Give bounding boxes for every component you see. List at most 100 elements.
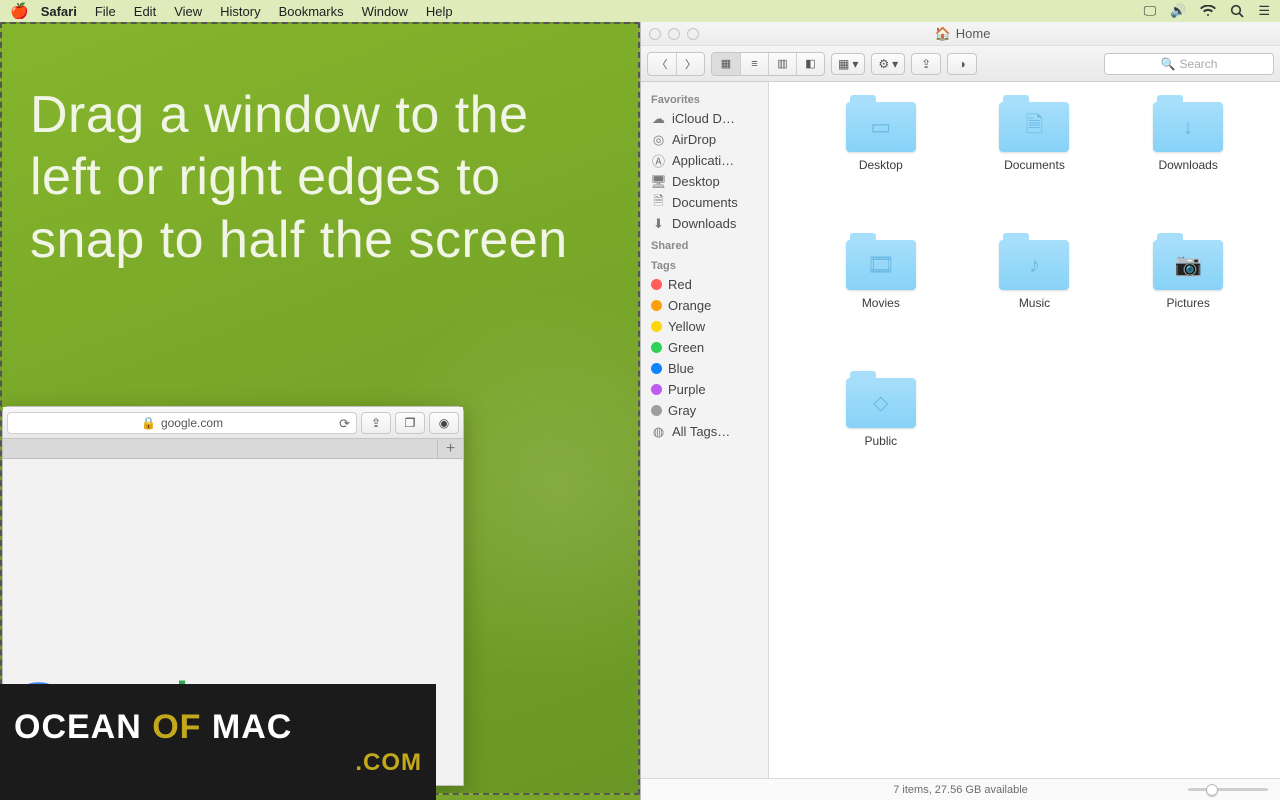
chevron-down-icon: ▾ xyxy=(892,57,898,71)
sidebar-item-desktop[interactable]: 🖥Desktop xyxy=(641,171,768,192)
folder-documents[interactable]: 🗎Documents xyxy=(999,102,1069,222)
doc-icon: 🗎 xyxy=(651,195,666,210)
sidebar-tag-purple[interactable]: Purple xyxy=(641,379,768,400)
address-bar[interactable]: 🔒 google.com ⟳ xyxy=(7,412,357,434)
status-text: 7 items, 27.56 GB available xyxy=(893,784,1028,796)
folder-label: Public xyxy=(864,434,897,448)
watermark: OCEAN OF MAC .COM xyxy=(0,684,436,800)
menu-help[interactable]: Help xyxy=(426,4,453,19)
traffic-lights[interactable] xyxy=(649,28,699,40)
folder-desktop[interactable]: ▭ Desktop xyxy=(846,102,916,222)
menu-bookmarks[interactable]: Bookmarks xyxy=(279,4,344,19)
address-url: google.com xyxy=(161,416,223,430)
search-placeholder: Search xyxy=(1179,57,1217,71)
folder-label: Downloads xyxy=(1158,158,1217,172)
app-menu[interactable]: Safari xyxy=(41,4,77,19)
menu-history[interactable]: History xyxy=(220,4,260,19)
minimize-button[interactable] xyxy=(668,28,680,40)
icon-size-slider[interactable] xyxy=(1188,784,1268,794)
finder-search[interactable]: 🔍 Search xyxy=(1104,53,1274,75)
sidebar-tag-orange[interactable]: Orange xyxy=(641,295,768,316)
reload-icon[interactable]: ⟳ xyxy=(339,416,350,432)
menu-edit[interactable]: Edit xyxy=(134,4,156,19)
finder-titlebar[interactable]: 🏠 Home xyxy=(641,22,1280,46)
wm-tld: .COM xyxy=(355,749,422,777)
finder-title: Home xyxy=(956,26,991,41)
folder-music[interactable]: ♪ Music xyxy=(999,240,1069,360)
folder-icon: 📷 xyxy=(1153,240,1223,290)
column-view-button[interactable]: ▥ xyxy=(768,53,796,75)
menu-view[interactable]: View xyxy=(174,4,202,19)
folder-icon: ♪ xyxy=(999,240,1069,290)
spotlight-icon[interactable] xyxy=(1230,4,1244,18)
wifi-icon[interactable] xyxy=(1200,5,1216,17)
volume-icon[interactable]: 🔊 xyxy=(1170,3,1186,19)
downloads-button[interactable]: ◉ xyxy=(429,412,459,434)
icon-view-button[interactable]: ▦ xyxy=(712,53,740,75)
screenshare-icon[interactable]: 🖵 xyxy=(1144,3,1157,19)
folder-pictures[interactable]: 📷 Pictures xyxy=(1153,240,1223,360)
list-view-button[interactable]: ≡ xyxy=(740,53,768,75)
zoom-button[interactable] xyxy=(687,28,699,40)
safari-toolbar: 🔒 google.com ⟳ ⇪ ❐ ◉ xyxy=(3,407,463,439)
folder-icon: 🎞 xyxy=(846,240,916,290)
finder-toolbar: 〈 〉 ▦ ≡ ▥ ◧ ▦▾ ⚙▾ ⇪ ◑ 🔍 Search xyxy=(641,46,1280,82)
folder-movies[interactable]: 🎞 Movies xyxy=(846,240,916,360)
safari-tab-strip: + xyxy=(3,439,463,459)
new-tab-button[interactable]: + xyxy=(437,439,463,458)
gallery-view-button[interactable]: ◧ xyxy=(796,53,824,75)
sidebar-tag-blue[interactable]: Blue xyxy=(641,358,768,379)
tabs-button[interactable]: ❐ xyxy=(395,412,425,434)
share-button[interactable]: ⇪ xyxy=(911,53,941,75)
folder-icon: ⬦ xyxy=(846,378,916,428)
sidebar-tag-red[interactable]: Red xyxy=(641,274,768,295)
tags-button[interactable]: ◑ xyxy=(947,53,977,75)
folder-label: Movies xyxy=(862,296,900,310)
menu-window[interactable]: Window xyxy=(362,4,408,19)
desktop-icon: 🖥 xyxy=(651,174,666,189)
forward-button[interactable]: 〉 xyxy=(676,53,704,75)
tag-dot-icon xyxy=(651,363,662,374)
arrange-dropdown[interactable]: ▦▾ xyxy=(831,53,865,75)
folder-public[interactable]: ⬦ Public xyxy=(846,378,916,498)
folder-icon: ▭ xyxy=(846,102,916,152)
sidebar-head-tags: Tags xyxy=(641,254,768,274)
sidebar-item-applications[interactable]: ⒶApplicati… xyxy=(641,150,768,171)
lock-icon: 🔒 xyxy=(141,416,156,430)
sidebar-head-shared: Shared xyxy=(641,234,768,254)
tag-dot-icon xyxy=(651,300,662,311)
home-icon: 🏠 xyxy=(935,26,951,42)
finder-statusbar: 7 items, 27.56 GB available xyxy=(641,778,1280,800)
sidebar-item-airdrop[interactable]: ◎AirDrop xyxy=(641,129,768,150)
cloud-icon: ☁︎ xyxy=(651,111,666,126)
sidebar-head-favorites: Favorites xyxy=(641,88,768,108)
share-icon: ⇪ xyxy=(921,57,931,71)
wm-text-of: OF xyxy=(152,708,212,746)
finder-window[interactable]: 🏠 Home 〈 〉 ▦ ≡ ▥ ◧ ▦▾ ⚙▾ ⇪ ◑ 🔍 Search Fa… xyxy=(640,22,1280,800)
sidebar-item-downloads[interactable]: ⬇︎Downloads xyxy=(641,213,768,234)
sidebar-item-documents[interactable]: 🗎Documents xyxy=(641,192,768,213)
action-dropdown[interactable]: ⚙▾ xyxy=(871,53,905,75)
back-button[interactable]: 〈 xyxy=(648,53,676,75)
chevron-down-icon: ▾ xyxy=(852,57,858,71)
sidebar-tag-green[interactable]: Green xyxy=(641,337,768,358)
share-button[interactable]: ⇪ xyxy=(361,412,391,434)
folder-downloads[interactable]: ↓Downloads xyxy=(1153,102,1223,222)
airdrop-icon: ◎ xyxy=(651,132,666,147)
notifications-icon[interactable]: ☰ xyxy=(1258,3,1270,19)
apple-menu-icon[interactable]: 🍎 xyxy=(10,2,29,20)
sidebar-tag-gray[interactable]: Gray xyxy=(641,400,768,421)
tag-dot-icon xyxy=(651,279,662,290)
sidebar-item-icloud[interactable]: ☁︎iCloud D… xyxy=(641,108,768,129)
close-button[interactable] xyxy=(649,28,661,40)
tag-dot-icon xyxy=(651,342,662,353)
folder-label: Pictures xyxy=(1166,296,1209,310)
folder-label: Desktop xyxy=(859,158,903,172)
folder-label: Music xyxy=(1019,296,1050,310)
menu-file[interactable]: File xyxy=(95,4,116,19)
finder-sidebar: Favorites ☁︎iCloud D… ◎AirDrop ⒶApplicat… xyxy=(641,82,769,778)
sidebar-tag-yellow[interactable]: Yellow xyxy=(641,316,768,337)
sidebar-item-all-tags[interactable]: ◍All Tags… xyxy=(641,421,768,442)
menubar: 🍎 Safari File Edit View History Bookmark… xyxy=(0,0,1280,22)
finder-content[interactable]: ▭ Desktop 🗎Documents ↓Downloads 🎞 Movies ♪ Musi… xyxy=(769,82,1280,778)
